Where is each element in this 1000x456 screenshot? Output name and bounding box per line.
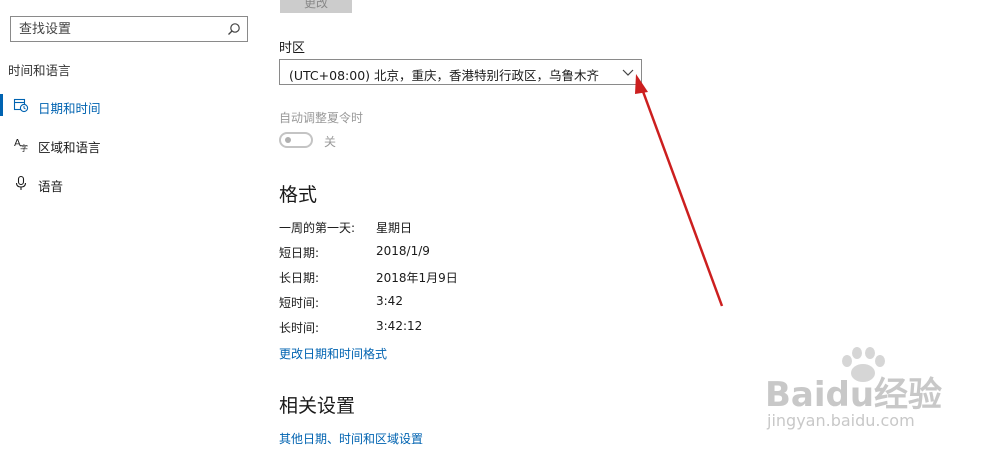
dst-label: 自动调整夏令时 [279, 111, 364, 125]
sidebar-item-speech[interactable]: 语音 [0, 171, 250, 197]
chevron-down-icon [622, 69, 634, 76]
change-formats-link[interactable]: 更改日期和时间格式 [279, 345, 387, 362]
sidebar: 时间和语言 日期和时间 A 字 区域和语言 语音 [0, 0, 260, 456]
watermark: Baidu经验 jingyan.baidu.com [755, 345, 990, 440]
format-value: 3:42:12 [376, 319, 423, 333]
timezone-dropdown[interactable]: (UTC+08:00) 北京，重庆，香港特别行政区，乌鲁木齐 [279, 59, 642, 85]
format-key: 短日期: [279, 246, 320, 260]
formats-heading: 格式 [279, 184, 318, 206]
timezone-value: (UTC+08:00) 北京，重庆，香港特别行政区，乌鲁木齐 [289, 68, 600, 83]
format-row-short-time: 短时间: 3:42 [279, 294, 679, 314]
format-key: 一周的第一天: [279, 221, 356, 235]
related-settings-heading: 相关设置 [279, 395, 356, 417]
toggle-knob [285, 137, 291, 143]
timezone-label: 时区 [279, 41, 306, 56]
format-value: 星期日 [376, 221, 413, 235]
sidebar-section-title: 时间和语言 [8, 63, 71, 78]
format-row-short-date: 短日期: 2018/1/9 [279, 244, 679, 264]
change-time-button[interactable]: 更改 [280, 0, 352, 13]
format-row-long-time: 长时间: 3:42:12 [279, 319, 679, 339]
format-row-first-day: 一周的第一天: 星期日 [279, 219, 679, 239]
format-key: 长时间: [279, 321, 320, 335]
search-icon[interactable] [227, 22, 241, 36]
format-value: 2018/1/9 [376, 244, 430, 258]
format-row-long-date: 长日期: 2018年1月9日 [279, 269, 679, 289]
format-key: 短时间: [279, 296, 320, 310]
sidebar-item-date-time[interactable]: 日期和时间 [0, 93, 250, 119]
active-indicator [0, 94, 3, 116]
sidebar-item-region-language[interactable]: A 字 区域和语言 [0, 132, 250, 158]
dst-toggle-state: 关 [324, 135, 337, 149]
language-icon: A 字 [14, 138, 28, 152]
search-box[interactable] [10, 16, 248, 42]
format-value: 3:42 [376, 294, 403, 308]
format-value: 2018年1月9日 [376, 271, 458, 285]
search-input[interactable] [19, 20, 219, 38]
sidebar-item-label: 语音 [38, 179, 64, 194]
additional-settings-link[interactable]: 其他日期、时间和区域设置 [279, 430, 423, 447]
watermark-url: jingyan.baidu.com [767, 411, 915, 430]
format-key: 长日期: [279, 271, 320, 285]
calendar-clock-icon [13, 98, 29, 113]
sidebar-item-label: 日期和时间 [38, 101, 101, 116]
microphone-icon [15, 175, 27, 190]
dst-toggle[interactable] [279, 132, 313, 148]
sidebar-item-label: 区域和语言 [38, 140, 101, 155]
svg-text:字: 字 [20, 143, 28, 152]
watermark-logo: Baidu经验 [765, 375, 943, 415]
